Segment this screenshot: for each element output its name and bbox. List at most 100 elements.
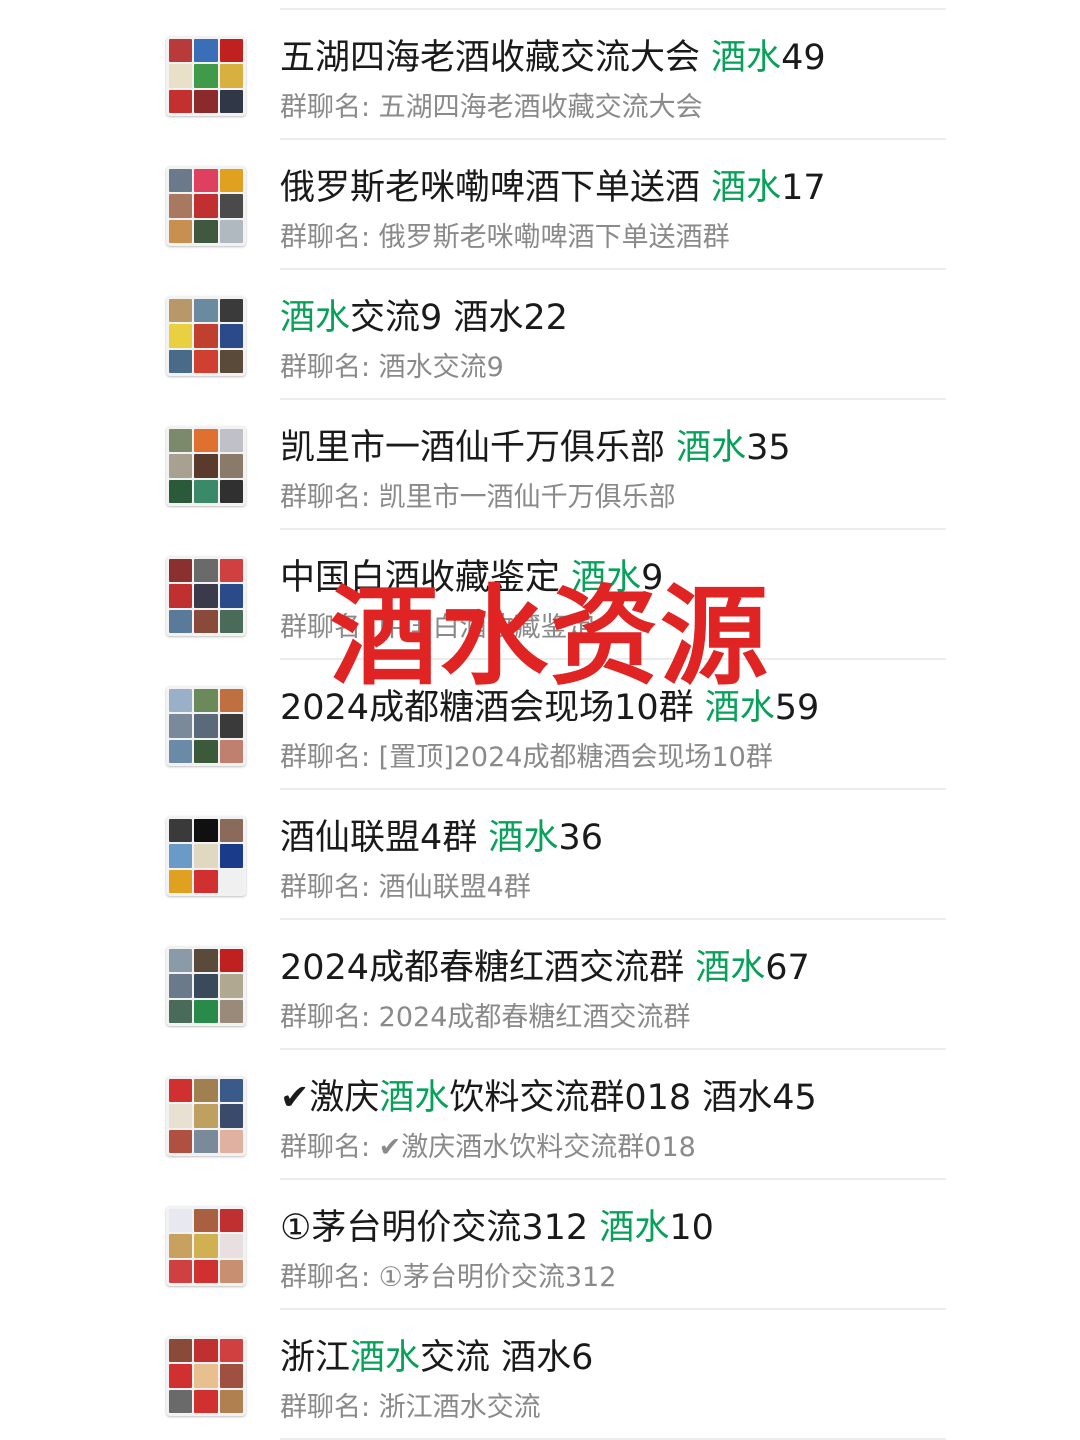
avatar-tile: [194, 1339, 218, 1363]
avatar-tile: [194, 1129, 218, 1153]
group-name-subtitle: 群聊名: 酒水交流9: [280, 352, 504, 383]
avatar-tile: [169, 429, 193, 453]
avatar-tile: [219, 1104, 243, 1128]
title-text: 10: [669, 1208, 714, 1248]
group-chat-row[interactable]: 五湖四海老酒收藏交流大会 酒水49 群聊名: 五湖四海老酒收藏交流大会: [0, 10, 1080, 140]
avatar-tile: [169, 1259, 193, 1283]
group-title: 浙江酒水交流 酒水6: [280, 1334, 593, 1382]
avatar-tile: [169, 819, 193, 843]
avatar-tile: [194, 299, 218, 323]
group-chat-row[interactable]: 中国白酒收藏鉴定 酒水9 群聊名: 中国白酒收藏鉴定: [0, 530, 1080, 660]
title-text: 交流9 酒水22: [350, 298, 568, 338]
group-name-subtitle: 群聊名: ①茅台明价交流312: [280, 1262, 617, 1293]
avatar-tile: [219, 479, 243, 503]
avatar-tile: [169, 559, 193, 583]
group-title: 五湖四海老酒收藏交流大会 酒水49: [280, 34, 826, 82]
avatar-tile: [194, 324, 218, 348]
group-chat-row[interactable]: 2024成都糖酒会现场10群 酒水59 群聊名: [置顶]2024成都糖酒会现场1…: [0, 660, 1080, 790]
keyword-highlight: 酒水: [704, 688, 775, 728]
group-chat-row[interactable]: ✔激庆酒水饮料交流群018 酒水45 群聊名: ✔激庆酒水饮料交流群018: [0, 1050, 1080, 1180]
avatar-tile: [194, 584, 218, 608]
group-title: 凯里市一酒仙千万俱乐部 酒水35: [280, 424, 791, 472]
group-avatar: [166, 946, 246, 1026]
group-title: 酒仙联盟4群 酒水36: [280, 814, 603, 862]
group-chat-row[interactable]: ①茅台明价交流312 酒水10 群聊名: ①茅台明价交流312: [0, 1180, 1080, 1310]
avatar-tile: [219, 169, 243, 193]
avatar-tile: [219, 714, 243, 738]
group-name-subtitle: 群聊名: 浙江酒水交流: [280, 1392, 541, 1423]
title-text: 9: [641, 558, 664, 598]
group-avatar: [166, 426, 246, 506]
group-avatar: [166, 816, 246, 896]
avatar-tile: [219, 739, 243, 763]
avatar-tile: [219, 299, 243, 323]
avatar-tile: [169, 739, 193, 763]
avatar-tile: [194, 869, 218, 893]
group-chat-row[interactable]: 浙江酒水交流 酒水6 群聊名: 浙江酒水交流: [0, 1310, 1080, 1440]
group-name-subtitle: 群聊名: 酒仙联盟4群: [280, 872, 531, 903]
avatar-tile: [219, 609, 243, 633]
avatar-tile: [194, 819, 218, 843]
avatar-tile: [169, 324, 193, 348]
avatar-tile: [194, 89, 218, 113]
title-text: 2024成都春糖红酒交流群: [280, 948, 696, 988]
avatar-tile: [194, 1234, 218, 1258]
avatar-tile: [169, 999, 193, 1023]
avatar-tile: [169, 844, 193, 868]
avatar-tile: [219, 819, 243, 843]
group-avatar: [166, 36, 246, 116]
avatar-tile: [194, 454, 218, 478]
group-avatar: [166, 1336, 246, 1416]
avatar-tile: [169, 974, 193, 998]
avatar-tile: [169, 1389, 193, 1413]
group-chat-row[interactable]: 酒仙联盟4群 酒水36 群聊名: 酒仙联盟4群: [0, 790, 1080, 920]
group-chat-row[interactable]: 酒水交流9 酒水22 群聊名: 酒水交流9: [0, 270, 1080, 400]
avatar-tile: [219, 1129, 243, 1153]
title-text: 2024成都糖酒会现场10群: [280, 688, 705, 728]
avatar-tile: [219, 949, 243, 973]
avatar-tile: [219, 1364, 243, 1388]
avatar-tile: [169, 609, 193, 633]
avatar-tile: [169, 454, 193, 478]
avatar-tile: [194, 974, 218, 998]
avatar-tile: [194, 219, 218, 243]
avatar-tile: [219, 999, 243, 1023]
avatar-tile: [219, 584, 243, 608]
avatar-tile: [169, 1364, 193, 1388]
avatar-tile: [169, 39, 193, 63]
avatar-tile: [169, 949, 193, 973]
group-title: ✔激庆酒水饮料交流群018 酒水45: [280, 1074, 817, 1122]
group-chat-row[interactable]: 凯里市一酒仙千万俱乐部 酒水35 群聊名: 凯里市一酒仙千万俱乐部: [0, 400, 1080, 530]
avatar-tile: [169, 1104, 193, 1128]
avatar-tile: [219, 689, 243, 713]
keyword-highlight: 酒水: [599, 1208, 670, 1248]
avatar-tile: [219, 844, 243, 868]
avatar-tile: [169, 1234, 193, 1258]
avatar-tile: [219, 64, 243, 88]
keyword-highlight: 酒水: [350, 1338, 421, 1378]
avatar-tile: [219, 1389, 243, 1413]
group-name-subtitle: 群聊名: [置顶]2024成都糖酒会现场10群: [280, 742, 773, 773]
group-avatar: [166, 166, 246, 246]
avatar-tile: [219, 454, 243, 478]
group-avatar: [166, 1076, 246, 1156]
avatar-tile: [219, 869, 243, 893]
group-chat-row[interactable]: 俄罗斯老咪嘞啤酒下单送酒 酒水17 群聊名: 俄罗斯老咪嘞啤酒下单送酒群: [0, 140, 1080, 270]
avatar-tile: [169, 869, 193, 893]
group-avatar: [166, 556, 246, 636]
title-text: 49: [781, 38, 826, 78]
avatar-tile: [219, 1209, 243, 1233]
avatar-tile: [169, 714, 193, 738]
group-title: ①茅台明价交流312 酒水10: [280, 1204, 714, 1252]
avatar-tile: [169, 479, 193, 503]
avatar-tile: [169, 299, 193, 323]
group-chat-row[interactable]: 2024成都春糖红酒交流群 酒水67 群聊名: 2024成都春糖红酒交流群: [0, 920, 1080, 1050]
title-text: 凯里市一酒仙千万俱乐部: [280, 428, 677, 468]
keyword-highlight: 酒水: [711, 38, 782, 78]
group-name-subtitle: 群聊名: 2024成都春糖红酒交流群: [280, 1002, 691, 1033]
avatar-tile: [194, 999, 218, 1023]
group-avatar: [166, 686, 246, 766]
avatar-tile: [219, 1339, 243, 1363]
group-name-subtitle: 群聊名: 五湖四海老酒收藏交流大会: [280, 92, 703, 123]
avatar-tile: [169, 1209, 193, 1233]
